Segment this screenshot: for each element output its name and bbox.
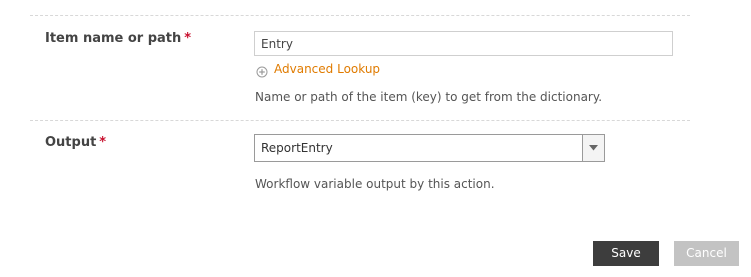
output-label-text: Output <box>45 135 97 150</box>
item-name-label-text: Item name or path <box>45 31 182 46</box>
item-name-input[interactable] <box>254 31 673 56</box>
advanced-lookup-link[interactable]: Advanced Lookup <box>256 62 381 78</box>
top-divider <box>30 15 690 16</box>
output-select[interactable]: ReportEntry <box>254 134 605 162</box>
required-marker: * <box>184 31 192 46</box>
item-name-label: Item name or path * <box>45 31 191 46</box>
advanced-lookup-label: Advanced Lookup <box>274 62 381 76</box>
triangle-down-icon <box>589 145 598 151</box>
output-label: Output * <box>45 135 106 150</box>
save-button[interactable]: Save <box>593 241 659 266</box>
output-help-text: Workflow variable output by this action. <box>255 177 495 191</box>
output-selected-value: ReportEntry <box>261 141 333 155</box>
plus-circle-icon <box>256 63 268 78</box>
required-marker: * <box>99 135 107 150</box>
dropdown-arrow-button[interactable] <box>582 135 604 161</box>
item-name-help-text: Name or path of the item (key) to get fr… <box>255 90 603 104</box>
section-divider <box>30 120 690 121</box>
cancel-button[interactable]: Cancel <box>674 241 739 266</box>
